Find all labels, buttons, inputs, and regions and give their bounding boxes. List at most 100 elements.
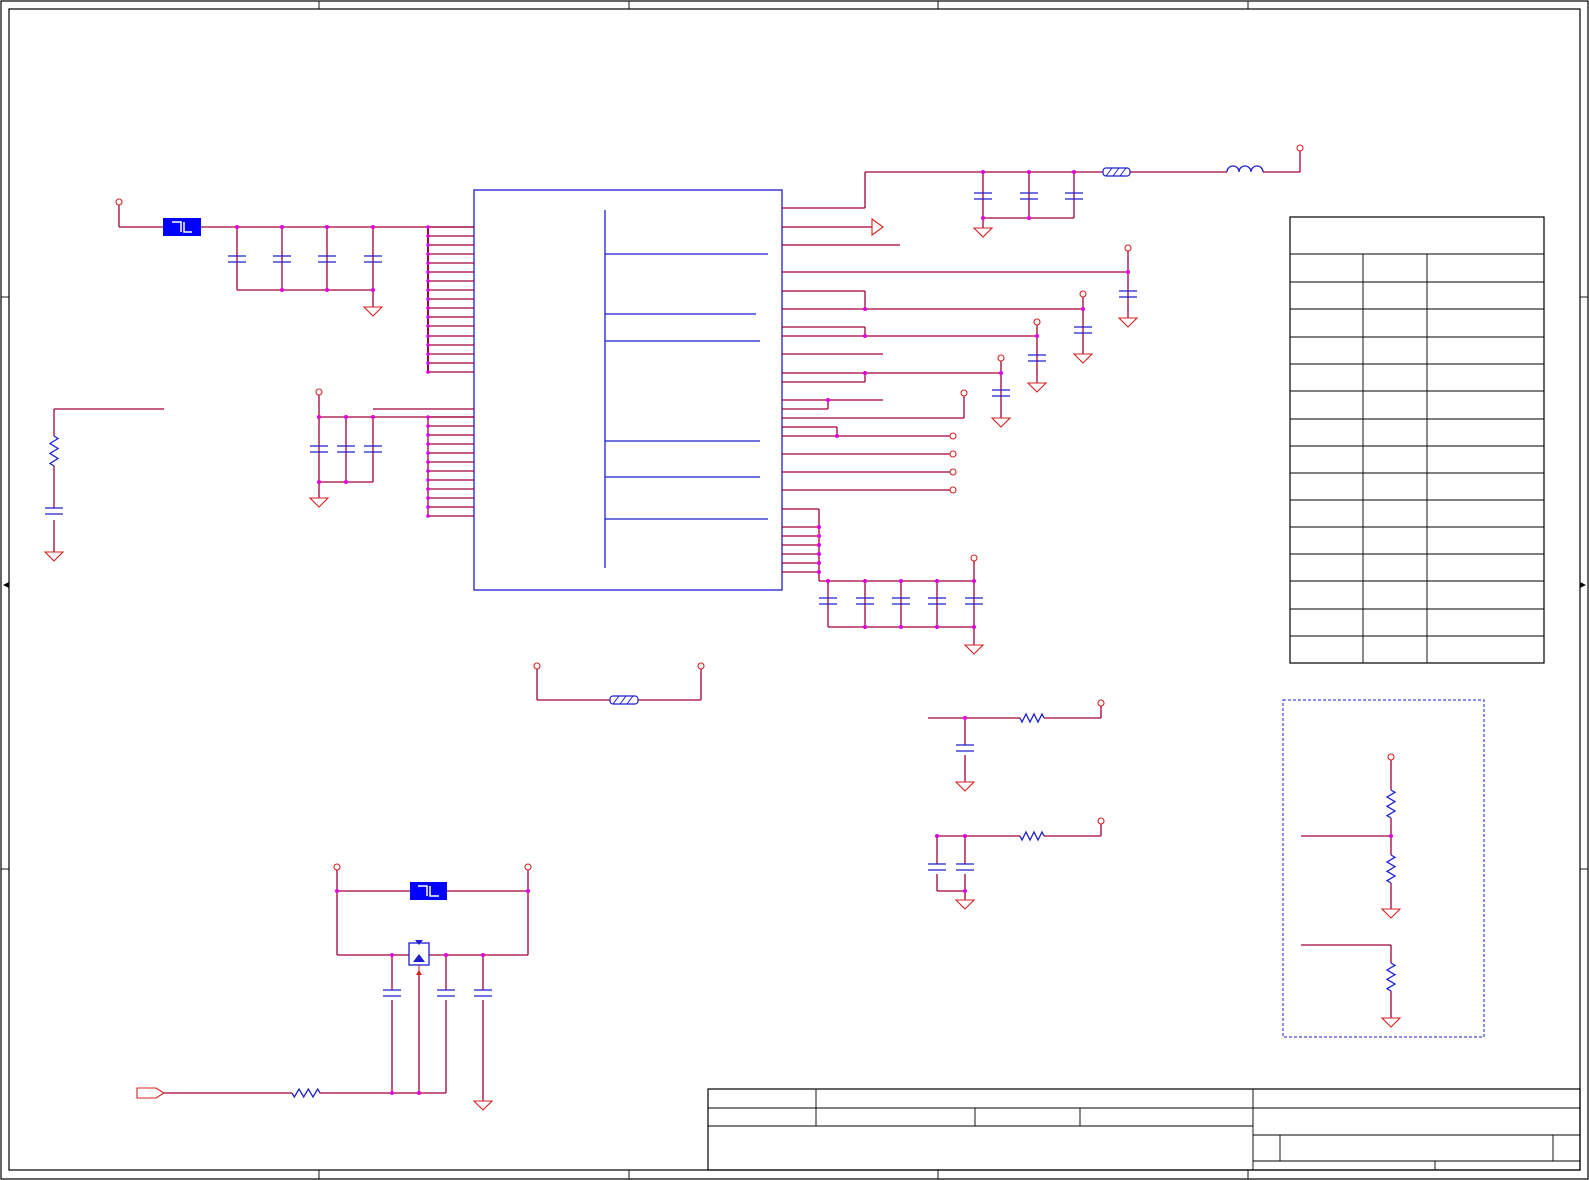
- inductor-icon: [1226, 165, 1264, 173]
- power-port-icon: [1387, 753, 1395, 761]
- capacitor-icon: [928, 863, 946, 871]
- junction-dot: [426, 451, 430, 455]
- junction-dot: [426, 370, 430, 374]
- junction-dot: [826, 398, 830, 402]
- ground-icon: [1072, 353, 1094, 364]
- junction-dot: [526, 889, 530, 893]
- ic-left-pins: [427, 226, 474, 517]
- right-side-nets: [782, 144, 1304, 645]
- junction-dot: [390, 953, 394, 957]
- junction-dot: [817, 561, 821, 565]
- resistors: [48, 435, 1397, 1099]
- capacitors: [45, 192, 1137, 997]
- junction-dot: [1027, 170, 1031, 174]
- junction-dot: [426, 478, 430, 482]
- junction-dot: [935, 625, 939, 629]
- junction-dot: [817, 552, 821, 556]
- junction-dot: [344, 415, 348, 419]
- junction-dot: [1035, 334, 1039, 338]
- junction-dot: [444, 953, 448, 957]
- ground-icon: [1380, 1017, 1402, 1028]
- resistor-icon: [291, 1087, 321, 1099]
- junction-dot: [426, 487, 430, 491]
- junction-dot: [371, 415, 375, 419]
- junction-dot: [426, 469, 430, 473]
- divider-network-box: [1282, 699, 1485, 1038]
- regulator-section: [136, 863, 532, 1101]
- junction-dot: [426, 343, 430, 347]
- junction-dot: [426, 424, 430, 428]
- junction-dot: [325, 288, 329, 292]
- net-label-icon: [949, 450, 957, 458]
- ground-icon: [308, 497, 330, 508]
- ground-icon: [43, 551, 65, 562]
- junction-dot: [426, 306, 430, 310]
- schematic-canvas: [0, 0, 1589, 1180]
- junction-dot: [417, 1091, 421, 1095]
- junction-dot: [1389, 834, 1393, 838]
- junction-dot: [426, 315, 430, 319]
- net-label-icon: [136, 1087, 166, 1099]
- ic-right-pins: [782, 526, 819, 573]
- junction-dot: [835, 434, 839, 438]
- junction-dot: [1027, 216, 1031, 220]
- junction-dot: [426, 225, 430, 229]
- power-port-icon: [333, 863, 341, 871]
- junction-dot: [344, 480, 348, 484]
- grounds: [43, 227, 1402, 1111]
- junction-dot: [963, 889, 967, 893]
- ground-icon: [472, 1100, 494, 1111]
- regulator-icon: [408, 940, 430, 975]
- junction-dot: [426, 334, 430, 338]
- junction-dot: [371, 288, 375, 292]
- junction-dot: [972, 625, 976, 629]
- junction-dot: [981, 170, 985, 174]
- junction-dot: [426, 324, 430, 328]
- junction-dot: [325, 225, 329, 229]
- net-label-icon: [871, 217, 884, 237]
- junction-dot: [426, 361, 430, 365]
- sheet-frame: [0, 0, 1589, 1180]
- left-rc-network: [53, 408, 164, 552]
- junction-dot: [426, 505, 430, 509]
- junction-dot: [817, 525, 821, 529]
- resistor-icon: [1385, 854, 1397, 884]
- ground-icon: [990, 417, 1012, 428]
- power-port-icon: [1097, 817, 1105, 825]
- resistor-icon: [1385, 789, 1397, 819]
- power-port-icon: [1079, 290, 1087, 298]
- ground-icon: [963, 644, 985, 655]
- junction-dot: [1072, 170, 1076, 174]
- junction-dot: [899, 579, 903, 583]
- junction-dot: [371, 225, 375, 229]
- ground-icon: [954, 899, 976, 910]
- net-label-icon: [949, 486, 957, 494]
- input-supply-section: [115, 198, 474, 307]
- junction-dot: [899, 625, 903, 629]
- net-label-icon: [949, 432, 957, 440]
- junction-dot: [426, 442, 430, 446]
- junction-dot: [280, 225, 284, 229]
- junction-dot: [426, 496, 430, 500]
- ferrite-bead-icon: [609, 695, 639, 705]
- capacitor-icon: [383, 989, 401, 997]
- junction-dot: [935, 834, 939, 838]
- ground-icon: [1026, 382, 1048, 393]
- junction-dot: [317, 480, 321, 484]
- junction-dot: [426, 270, 430, 274]
- junction-dot: [817, 570, 821, 574]
- junction-dot: [317, 415, 321, 419]
- junction-dot: [481, 953, 485, 957]
- junction-dot: [863, 579, 867, 583]
- junction-dot: [426, 460, 430, 464]
- junction-dot: [426, 514, 430, 518]
- ground-icon: [972, 227, 994, 238]
- power-port-icon: [115, 198, 123, 206]
- junction-dot: [426, 415, 430, 419]
- junction-dot: [280, 288, 284, 292]
- power-port-icon: [1097, 699, 1105, 707]
- junction-dot: [963, 716, 967, 720]
- junction-dot: [817, 543, 821, 547]
- junction-dot: [426, 279, 430, 283]
- capacitor-icon: [956, 744, 974, 752]
